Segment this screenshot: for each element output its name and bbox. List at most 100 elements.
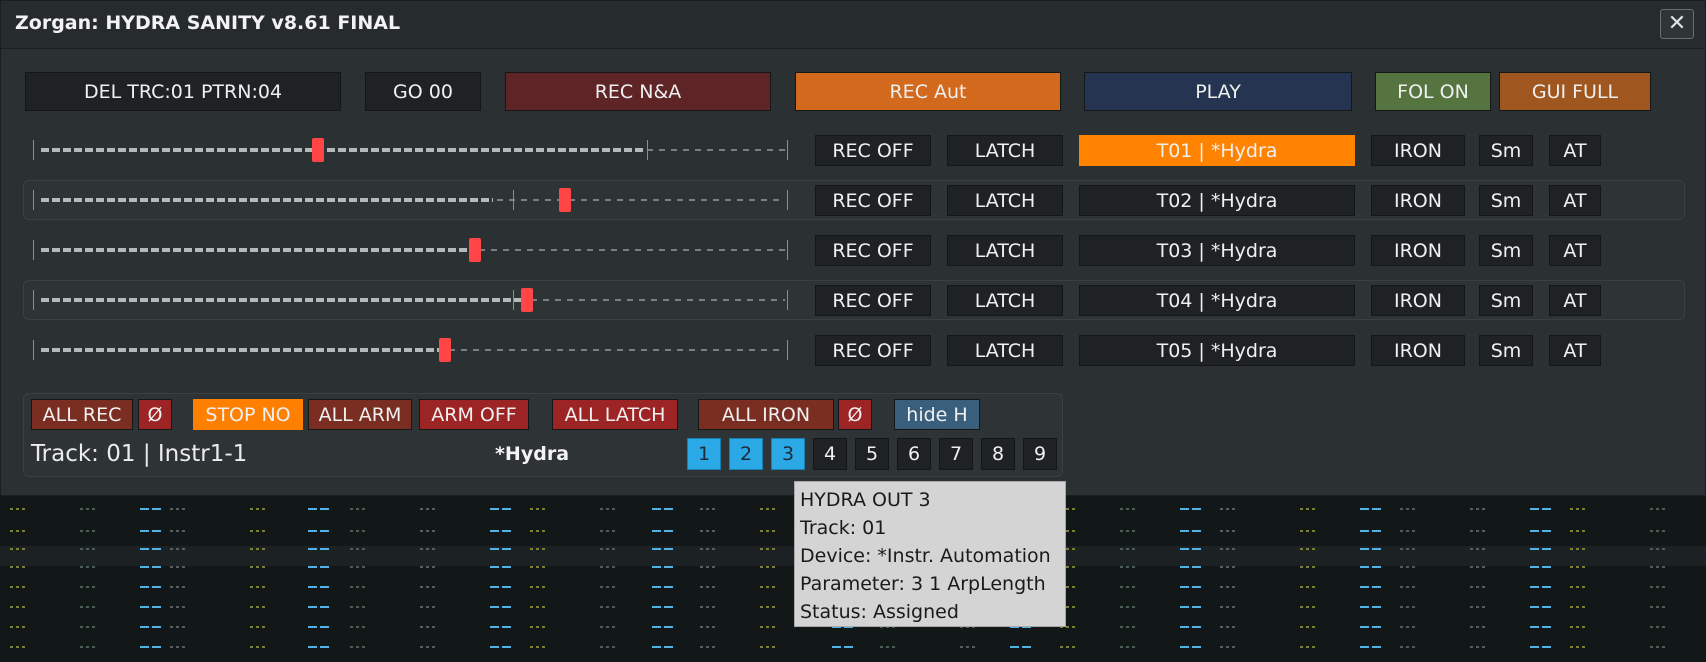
pattern-empty-mark [1400,530,1418,532]
pattern-empty-mark [1400,606,1418,608]
track1-name-button[interactable]: T01 | *Hydra [1079,135,1355,166]
iron-null-button[interactable]: Ø [838,399,872,430]
track5-smooth-button[interactable]: Sm [1479,335,1533,366]
arm-off-button[interactable]: ARM OFF [419,399,529,430]
play-button[interactable]: PLAY [1084,72,1352,111]
title-bar[interactable]: Zorgan: HYDRA SANITY v8.61 FINAL ✕ [1,1,1705,49]
delete-track-pattern-button[interactable]: DEL TRC:01 PTRN:04 [25,72,341,111]
pattern-note-mark [1530,548,1552,550]
track2-latch-button[interactable]: LATCH [947,185,1063,216]
pattern-note-mark [140,586,162,588]
pattern-note-mark [1180,646,1202,648]
output-2-button[interactable]: 2 [729,438,763,470]
track2-at-button[interactable]: AT [1549,185,1601,216]
pattern-note-mark [652,646,674,648]
track5-rec-button[interactable]: REC OFF [815,335,931,366]
output-9-button[interactable]: 9 [1023,438,1057,470]
pattern-empty-mark [420,586,438,588]
track2-rec-button[interactable]: REC OFF [815,185,931,216]
rec-null-button[interactable]: Ø [138,399,172,430]
track4-rec-button[interactable]: REC OFF [815,285,931,316]
output-8-button[interactable]: 8 [981,438,1015,470]
slider-tick [787,240,788,260]
track5-iron-button[interactable]: IRON [1371,335,1465,366]
slider-tick [33,240,34,260]
follow-toggle-button[interactable]: FOL ON [1375,72,1491,111]
slider-handle[interactable] [521,288,533,312]
track4-iron-button[interactable]: IRON [1371,285,1465,316]
slider-handle[interactable] [469,238,481,262]
track2-smooth-button[interactable]: Sm [1479,185,1533,216]
output-1-button[interactable]: 1 [687,438,721,470]
stop-no-button[interactable]: STOP NO [193,399,303,430]
pattern-empty-mark [1300,530,1318,532]
track4-name-button[interactable]: T04 | *Hydra [1079,285,1355,316]
all-latch-button[interactable]: ALL LATCH [552,399,678,430]
output-5-button[interactable]: 5 [855,438,889,470]
slider-handle[interactable] [559,188,571,212]
track1-iron-button[interactable]: IRON [1371,135,1465,166]
track4-at-button[interactable]: AT [1549,285,1601,316]
pattern-empty-mark [760,508,778,510]
rec-notes-automation-button[interactable]: REC N&A [505,72,771,111]
output-3-button[interactable]: 3 [771,438,805,470]
track3-slider[interactable] [33,235,793,265]
tooltip-title: HYDRA OUT 3 [800,489,931,511]
rec-automation-button[interactable]: REC Aut [795,72,1061,111]
pattern-empty-mark [1650,530,1668,532]
pattern-empty-mark [530,606,548,608]
all-iron-button[interactable]: ALL IRON [698,399,834,430]
track2-name-button[interactable]: T02 | *Hydra [1079,185,1355,216]
track1-latch-button[interactable]: LATCH [947,135,1063,166]
slider-handle[interactable] [439,338,451,362]
pattern-empty-mark [10,508,28,510]
track5-latch-button[interactable]: LATCH [947,335,1063,366]
pattern-empty-mark [1300,566,1318,568]
pattern-note-mark [1360,548,1382,550]
track5-slider[interactable] [33,335,793,365]
gui-full-button[interactable]: GUI FULL [1499,72,1651,111]
pattern-empty-mark [10,566,28,568]
track3-iron-button[interactable]: IRON [1371,235,1465,266]
track4-latch-button[interactable]: LATCH [947,285,1063,316]
pattern-empty-mark [1470,586,1488,588]
output-6-button[interactable]: 6 [897,438,931,470]
pattern-empty-mark [1300,548,1318,550]
slider-tick [513,190,514,210]
output-4-button[interactable]: 4 [813,438,847,470]
track4-slider[interactable] [33,285,793,315]
pattern-empty-mark [10,548,28,550]
track4-smooth-button[interactable]: Sm [1479,285,1533,316]
pattern-empty-mark [1400,566,1418,568]
track1-slider[interactable] [33,135,793,165]
pattern-note-mark [1530,646,1552,648]
pattern-empty-mark [80,548,98,550]
pattern-empty-mark [170,508,188,510]
track2-iron-button[interactable]: IRON [1371,185,1465,216]
close-button[interactable]: ✕ [1660,9,1694,39]
track1-smooth-button[interactable]: Sm [1479,135,1533,166]
track3-rec-button[interactable]: REC OFF [815,235,931,266]
device-name-label: *Hydra [495,443,570,465]
track3-latch-button[interactable]: LATCH [947,235,1063,266]
track1-rec-button[interactable]: REC OFF [815,135,931,166]
hide-h-button[interactable]: hide H [894,399,980,430]
all-arm-button[interactable]: ALL ARM [308,399,412,430]
all-rec-button[interactable]: ALL REC [31,399,133,430]
pattern-note-mark [308,586,330,588]
track2-slider[interactable] [33,185,793,215]
track3-at-button[interactable]: AT [1549,235,1601,266]
track1-at-button[interactable]: AT [1549,135,1601,166]
track3-name-button[interactable]: T03 | *Hydra [1079,235,1355,266]
output-7-button[interactable]: 7 [939,438,973,470]
pattern-empty-mark [1400,548,1418,550]
go-button[interactable]: GO 00 [365,72,481,111]
pattern-empty-mark [250,606,268,608]
slider-handle[interactable] [312,138,324,162]
pattern-note-mark [1360,530,1382,532]
pattern-empty-mark [700,626,718,628]
track5-name-button[interactable]: T05 | *Hydra [1079,335,1355,366]
pattern-empty-mark [530,646,548,648]
track3-smooth-button[interactable]: Sm [1479,235,1533,266]
track5-at-button[interactable]: AT [1549,335,1601,366]
